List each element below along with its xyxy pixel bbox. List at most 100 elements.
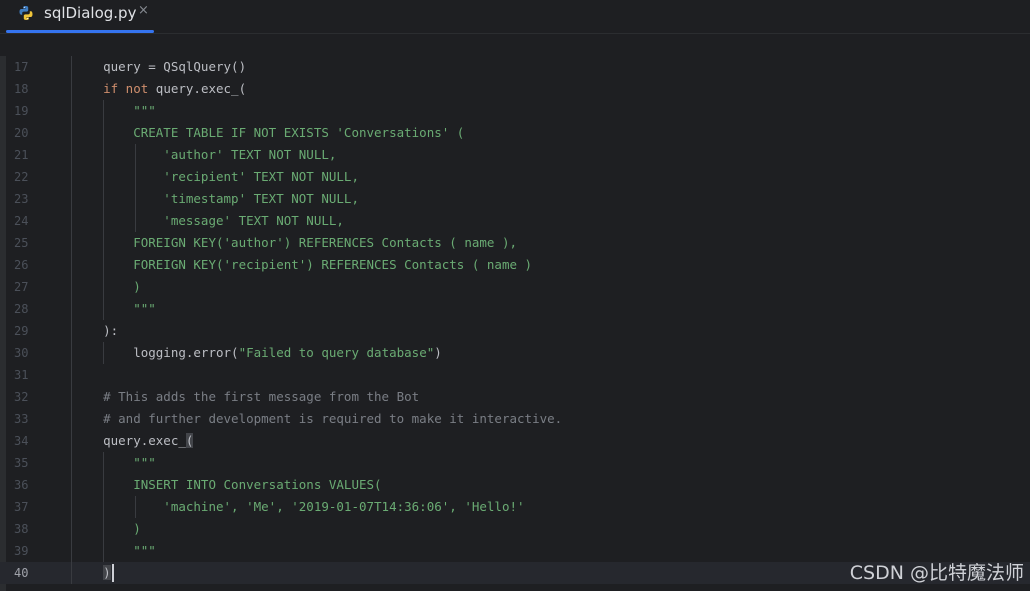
active-tab-indicator [6, 30, 154, 33]
code-token: """ [73, 543, 156, 558]
code-token: if not [103, 81, 149, 96]
code-text: ) [73, 518, 141, 540]
code-token: # and further development is required to… [73, 411, 563, 426]
code-token: """ [73, 301, 156, 316]
text-caret [112, 564, 114, 582]
line-number: 27 [14, 280, 29, 294]
code-line[interactable]: 32 # This adds the first message from th… [0, 386, 1030, 408]
code-line[interactable]: 34 query.exec_( [0, 430, 1030, 452]
code-token: 'message' TEXT NOT NULL, [73, 213, 344, 228]
code-text: logging.error("Failed to query database"… [73, 342, 442, 364]
code-line[interactable]: 19 """ [0, 100, 1030, 122]
line-number: 40 [14, 566, 29, 580]
code-text: 'machine', 'Me', '2019-01-07T14:36:06', … [73, 496, 524, 518]
line-number: 30 [14, 346, 29, 360]
indent-guide [103, 100, 104, 320]
code-line[interactable]: 33 # and further development is required… [0, 408, 1030, 430]
code-text: # and further development is required to… [73, 408, 562, 430]
code-token: INSERT INTO Conversations VALUES( [73, 477, 382, 492]
line-number: 18 [14, 82, 29, 96]
sticky-line: 13 def createTable(): [0, 34, 1030, 96]
line-number: 23 [14, 192, 29, 206]
code-line[interactable]: 20 CREATE TABLE IF NOT EXISTS 'Conversat… [0, 122, 1030, 144]
code-token: ): [73, 323, 119, 338]
code-line[interactable]: 35 """ [0, 452, 1030, 474]
code-token: CREATE TABLE IF NOT EXISTS 'Conversation… [73, 125, 465, 140]
code-line[interactable]: 30 logging.error("Failed to query databa… [0, 342, 1030, 364]
code-token: """ [73, 455, 156, 470]
line-number: 19 [14, 104, 29, 118]
code-text: # This adds the first message from the B… [73, 386, 419, 408]
code-text: FOREIGN KEY('recipient') REFERENCES Cont… [73, 254, 532, 276]
code-token: 'author' TEXT NOT NULL, [73, 147, 337, 162]
code-token: """ [73, 103, 156, 118]
line-number: 33 [14, 412, 29, 426]
line-number: 20 [14, 126, 29, 140]
code-text: """ [73, 452, 156, 474]
code-line[interactable]: 17 query = QSqlQuery() [0, 56, 1030, 78]
line-number: 32 [14, 390, 29, 404]
watermark: CSDN @比特魔法师 [849, 562, 1024, 584]
line-number: 17 [14, 60, 29, 74]
line-number: 36 [14, 478, 29, 492]
code-line[interactable]: 24 'message' TEXT NOT NULL, [0, 210, 1030, 232]
line-number: 35 [14, 456, 29, 470]
code-token: ( [185, 433, 194, 448]
code-text: 'author' TEXT NOT NULL, [73, 144, 336, 166]
editor-tab-bar: sqlDialog.py × [0, 0, 1030, 34]
code-text: if not query.exec_( [73, 78, 246, 100]
code-token: ) [103, 565, 111, 580]
code-line[interactable]: 36 INSERT INTO Conversations VALUES( [0, 474, 1030, 496]
line-number: 38 [14, 522, 29, 536]
code-text: ) [73, 276, 141, 298]
code-text: INSERT INTO Conversations VALUES( [73, 474, 382, 496]
code-token: "Failed to query database" [238, 345, 435, 360]
code-token: # This adds the first message from the B… [73, 389, 420, 404]
tab-sqldialog[interactable]: sqlDialog.py × [6, 0, 154, 33]
indent-guide [103, 342, 104, 364]
code-text: FOREIGN KEY('author') REFERENCES Contact… [73, 232, 517, 254]
code-line[interactable]: 31 [0, 364, 1030, 386]
code-line[interactable]: 18 if not query.exec_( [0, 78, 1030, 100]
code-line[interactable]: 29 ): [0, 320, 1030, 342]
code-line[interactable]: 25 FOREIGN KEY('author') REFERENCES Cont… [0, 232, 1030, 254]
line-number: 39 [14, 544, 29, 558]
code-line[interactable]: 21 'author' TEXT NOT NULL, [0, 144, 1030, 166]
code-line[interactable]: 37 'machine', 'Me', '2019-01-07T14:36:06… [0, 496, 1030, 518]
code-text: """ [73, 298, 156, 320]
code-token: 'timestamp' TEXT NOT NULL, [73, 191, 359, 206]
code-token: 'recipient' TEXT NOT NULL, [73, 169, 359, 184]
code-line[interactable]: 23 'timestamp' TEXT NOT NULL, [0, 188, 1030, 210]
code-line[interactable]: 27 ) [0, 276, 1030, 298]
close-icon[interactable]: × [138, 3, 149, 18]
line-number: 29 [14, 324, 29, 338]
line-number: 25 [14, 236, 29, 250]
code-line[interactable]: 22 'recipient' TEXT NOT NULL, [0, 166, 1030, 188]
line-number: 21 [14, 148, 29, 162]
code-text: 'message' TEXT NOT NULL, [73, 210, 344, 232]
indent-guide [71, 56, 72, 584]
line-number: 31 [14, 368, 29, 382]
line-number: 26 [14, 258, 29, 272]
code-token: ) [73, 521, 141, 536]
code-text: ) [73, 562, 111, 584]
line-number: 28 [14, 302, 29, 316]
code-text: ): [73, 320, 118, 342]
indent-guide [103, 452, 104, 562]
code-token: query.exec_( [148, 81, 247, 96]
sticky-scope-header[interactable]: 13 def createTable(): [0, 34, 1030, 96]
code-line[interactable]: 26 FOREIGN KEY('recipient') REFERENCES C… [0, 254, 1030, 276]
code-line[interactable]: 28 """ [0, 298, 1030, 320]
line-number: 37 [14, 500, 29, 514]
code-text: query = QSqlQuery() [73, 56, 246, 78]
line-number: 34 [14, 434, 29, 448]
code-line[interactable]: 38 ) [0, 518, 1030, 540]
code-token: FOREIGN KEY('author') REFERENCES Contact… [73, 235, 518, 250]
code-token: FOREIGN KEY('recipient') REFERENCES Cont… [73, 257, 533, 272]
code-text: """ [73, 100, 156, 122]
code-editor[interactable]: 17 query = QSqlQuery() 18 if not query.ex… [0, 56, 1030, 591]
code-text: 'recipient' TEXT NOT NULL, [73, 166, 359, 188]
python-file-icon [19, 6, 33, 20]
line-number: 22 [14, 170, 29, 184]
